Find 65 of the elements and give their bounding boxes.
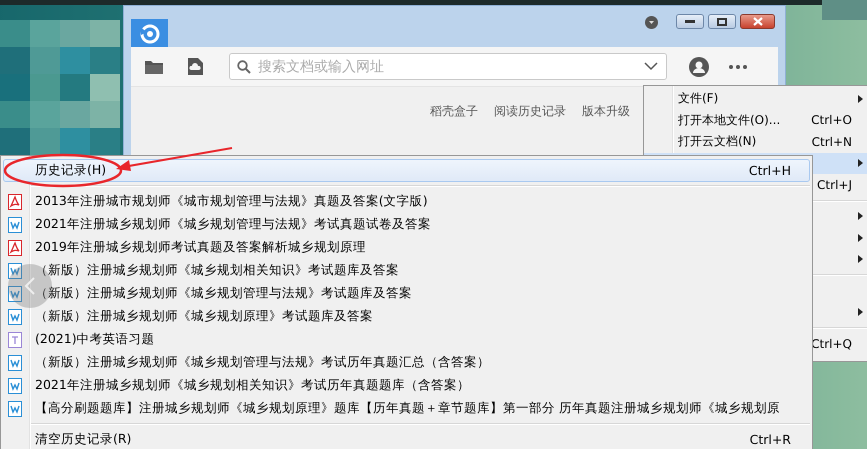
close-icon — [752, 17, 762, 26]
menu-label: 打开云文档(N) — [678, 133, 756, 150]
word-file-icon — [8, 286, 22, 302]
close-button[interactable] — [740, 14, 775, 29]
shortcut-label: Ctrl+N — [812, 134, 852, 149]
menu-label: （新版）注册城乡规划师《城乡规划管理与法规》考试历年真题汇总（含答案） — [35, 354, 490, 371]
app-logo-icon[interactable] — [131, 19, 168, 48]
menu-item[interactable]: 【高分刷题题库】注册城乡规划师《城乡规划原理》题库【历年真题＋章节题库】第一部分 历年真题注册城乡规划师《城乡规划原 — [3, 397, 810, 420]
desktop-tile — [822, 0, 867, 20]
shortcut-label: Ctrl+R — [750, 432, 791, 447]
pin-icon[interactable] — [645, 16, 658, 29]
word-file-icon — [8, 216, 22, 232]
menu-item[interactable]: (2021)中考英语习题 — [3, 328, 810, 351]
word-file-icon — [8, 262, 22, 278]
menu-label: 2013年注册城市规划师《城市规划管理与法规》真题及答案(文字版) — [35, 193, 428, 210]
shortcut-label: Ctrl+J — [817, 178, 852, 192]
menu-item[interactable]: （新版）注册城乡规划师《城乡规划相关知识》考试题库及答案 — [3, 259, 810, 282]
user-avatar-icon[interactable] — [689, 56, 709, 76]
menu-item[interactable]: 2021年注册城乡规划师《城乡规划管理与法规》考试真题试卷及答案 — [3, 213, 810, 236]
menu-label: 历史记录(H) — [35, 162, 106, 179]
menu-label: 2021年注册城乡规划师《城乡规划管理与法规》考试真题试卷及答案 — [35, 216, 431, 233]
shortcut-label: Ctrl+H — [748, 163, 791, 178]
menu-item[interactable]: 文件(F) — [644, 88, 867, 110]
word-file-icon — [8, 400, 22, 416]
menu-label: 清空历史记录(R) — [35, 431, 132, 448]
search-field[interactable]: 搜索文档或输入网址 — [229, 53, 667, 80]
minimize-button[interactable] — [676, 14, 704, 29]
menu-label: 2019年注册城乡规划师考试真题及答案解析城乡规划原理 — [35, 239, 366, 256]
nav-link[interactable]: 阅读历史记录 — [494, 103, 566, 120]
menu-item[interactable]: 打开本地文件(O)... Ctrl+O — [644, 110, 867, 131]
menu-label: (2021)中考英语习题 — [35, 331, 155, 348]
menu-label: 文件(F) — [678, 90, 718, 108]
menu-item[interactable]: 2019年注册城乡规划师考试真题及答案解析城乡规划原理 — [3, 236, 810, 259]
menu-item[interactable]: （新版）注册城乡规划师《城乡规划管理与法规》考试题库及答案 — [3, 282, 810, 305]
menu-label: （新版）注册城乡规划师《城乡规划管理与法规》考试题库及答案 — [35, 285, 412, 302]
search-icon — [237, 60, 251, 74]
folder-icon[interactable] — [145, 59, 163, 74]
chevron-down-icon[interactable] — [644, 62, 658, 71]
word-file-icon — [8, 378, 22, 394]
menu-item[interactable]: 打开云文档(N) Ctrl+N — [644, 131, 867, 152]
nav-link[interactable]: 版本升级 — [582, 103, 630, 120]
menu-item[interactable]: （新版）注册城乡规划师《城乡规划管理与法规》考试历年真题汇总（含答案） — [3, 351, 810, 374]
word-file-icon — [8, 354, 22, 370]
maximize-button[interactable] — [708, 14, 736, 29]
word-file-icon — [8, 308, 22, 324]
menu-label: （新版）注册城乡规划师《城乡规划原理》考试题库及答案 — [35, 308, 373, 325]
menu-label: 2021年注册城乡规划师《城乡规划相关知识》考试历年真题题库（含答案） — [35, 377, 470, 394]
more-icon[interactable] — [729, 64, 747, 68]
menu-item[interactable]: 2013年注册城市规划师《城市规划管理与法规》真题及答案(文字版) — [3, 190, 810, 213]
menu-item[interactable]: 清空历史记录(R) Ctrl+R — [3, 428, 810, 449]
menu-label: （新版）注册城乡规划师《城乡规划相关知识》考试题库及答案 — [35, 262, 399, 279]
menu-label: 打开本地文件(O)... — [678, 112, 780, 129]
menu-item[interactable]: 2021年注册城乡规划师《城乡规划相关知识》考试历年真题题库（含答案） — [3, 374, 810, 397]
text-file-icon — [8, 332, 22, 348]
maximize-icon — [717, 18, 727, 26]
menu-label: 【高分刷题题库】注册城乡规划师《城乡规划原理》题库【历年真题＋章节题库】第一部分 历年真题注册城乡规划师《城乡规划原 — [35, 400, 780, 417]
shortcut-label: Ctrl+O — [811, 113, 852, 128]
menu-item[interactable]: （新版）注册城乡规划师《城乡规划原理》考试题库及答案 — [3, 305, 810, 328]
nav-link[interactable]: 稻壳盒子 — [430, 103, 478, 120]
pdf-file-icon — [8, 240, 22, 256]
cloud-document-icon[interactable] — [188, 58, 203, 75]
chevron-left-icon — [25, 277, 35, 295]
minimize-icon — [685, 20, 695, 23]
pdf-file-icon — [8, 194, 22, 210]
menu-item[interactable]: 历史记录(H) Ctrl+H — [3, 159, 810, 182]
